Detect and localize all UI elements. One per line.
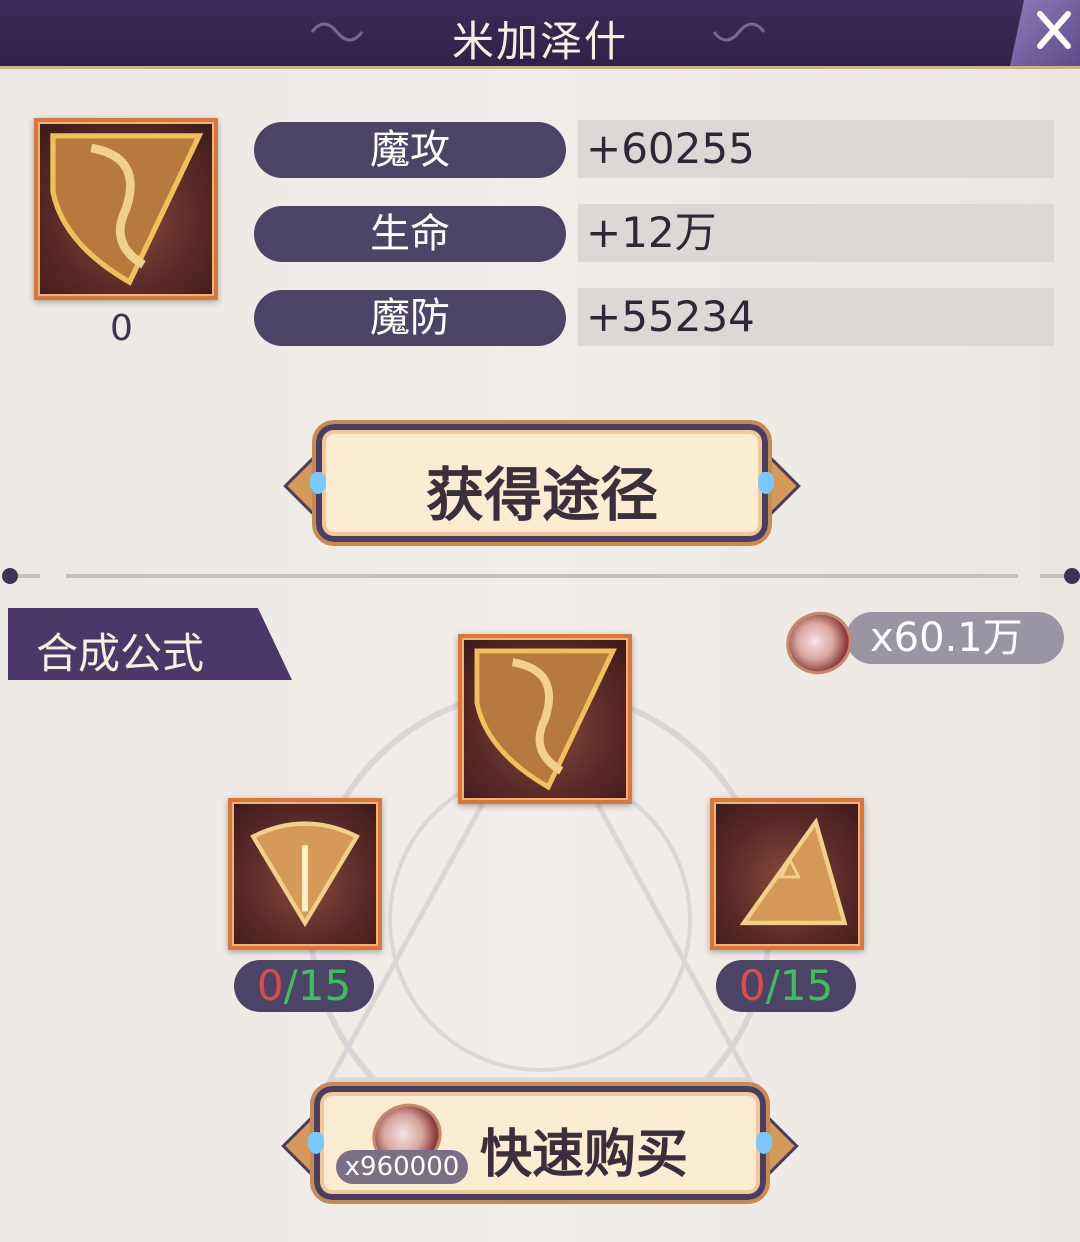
material-count-left: 0/15 — [234, 960, 374, 1012]
shield-piece-top-icon — [250, 821, 360, 928]
shield-piece-side-icon — [739, 817, 848, 926]
stat-value-magic-defense: +55234 — [578, 288, 1054, 346]
currency-amount: x60.1万 — [870, 615, 1023, 661]
divider-dot — [2, 568, 18, 584]
material-slot-right[interactable] — [710, 798, 864, 950]
item-detail-panel: 米加泽什 0 魔攻 +60255 生命 +12万 魔防 +55234 获得途径 — [0, 0, 1080, 1242]
obtain-source-button[interactable]: 获得途径 — [283, 420, 801, 546]
shield-fragment-icon — [50, 133, 204, 286]
quick-buy-cost: x960000 — [336, 1150, 468, 1184]
material-slot-left[interactable] — [228, 798, 382, 950]
divider — [18, 574, 40, 578]
scroll-ornament-icon — [712, 22, 766, 42]
item-slot-target[interactable] — [458, 634, 632, 804]
item-slot-main[interactable] — [34, 118, 218, 300]
stat-label-hp: 生命 — [254, 206, 566, 262]
quick-buy-label: 快速购买 — [480, 1124, 689, 1185]
title-bar: 米加泽什 — [0, 0, 1080, 69]
material-count-right: 0/15 — [716, 960, 856, 1012]
gem-icon — [308, 1132, 324, 1154]
quick-buy-button[interactable]: 快速购买 — [281, 1082, 799, 1204]
divider-dot — [1064, 568, 1080, 584]
shield-fragment-icon — [474, 648, 617, 791]
obtain-source-label: 获得途径 — [425, 461, 658, 529]
stat-value-magic-attack: +60255 — [578, 120, 1054, 178]
stat-label-magic-attack: 魔攻 — [254, 122, 566, 178]
item-title: 米加泽什 — [451, 17, 628, 66]
owned-count: 0 — [110, 308, 133, 349]
divider — [1040, 574, 1064, 578]
synthesis-title: 合成公式 — [36, 629, 205, 678]
stat-label-magic-defense: 魔防 — [254, 290, 566, 346]
divider — [66, 574, 1018, 578]
currency-pill: x60.1万 — [846, 612, 1064, 664]
stat-value-hp: +12万 — [578, 204, 1054, 262]
